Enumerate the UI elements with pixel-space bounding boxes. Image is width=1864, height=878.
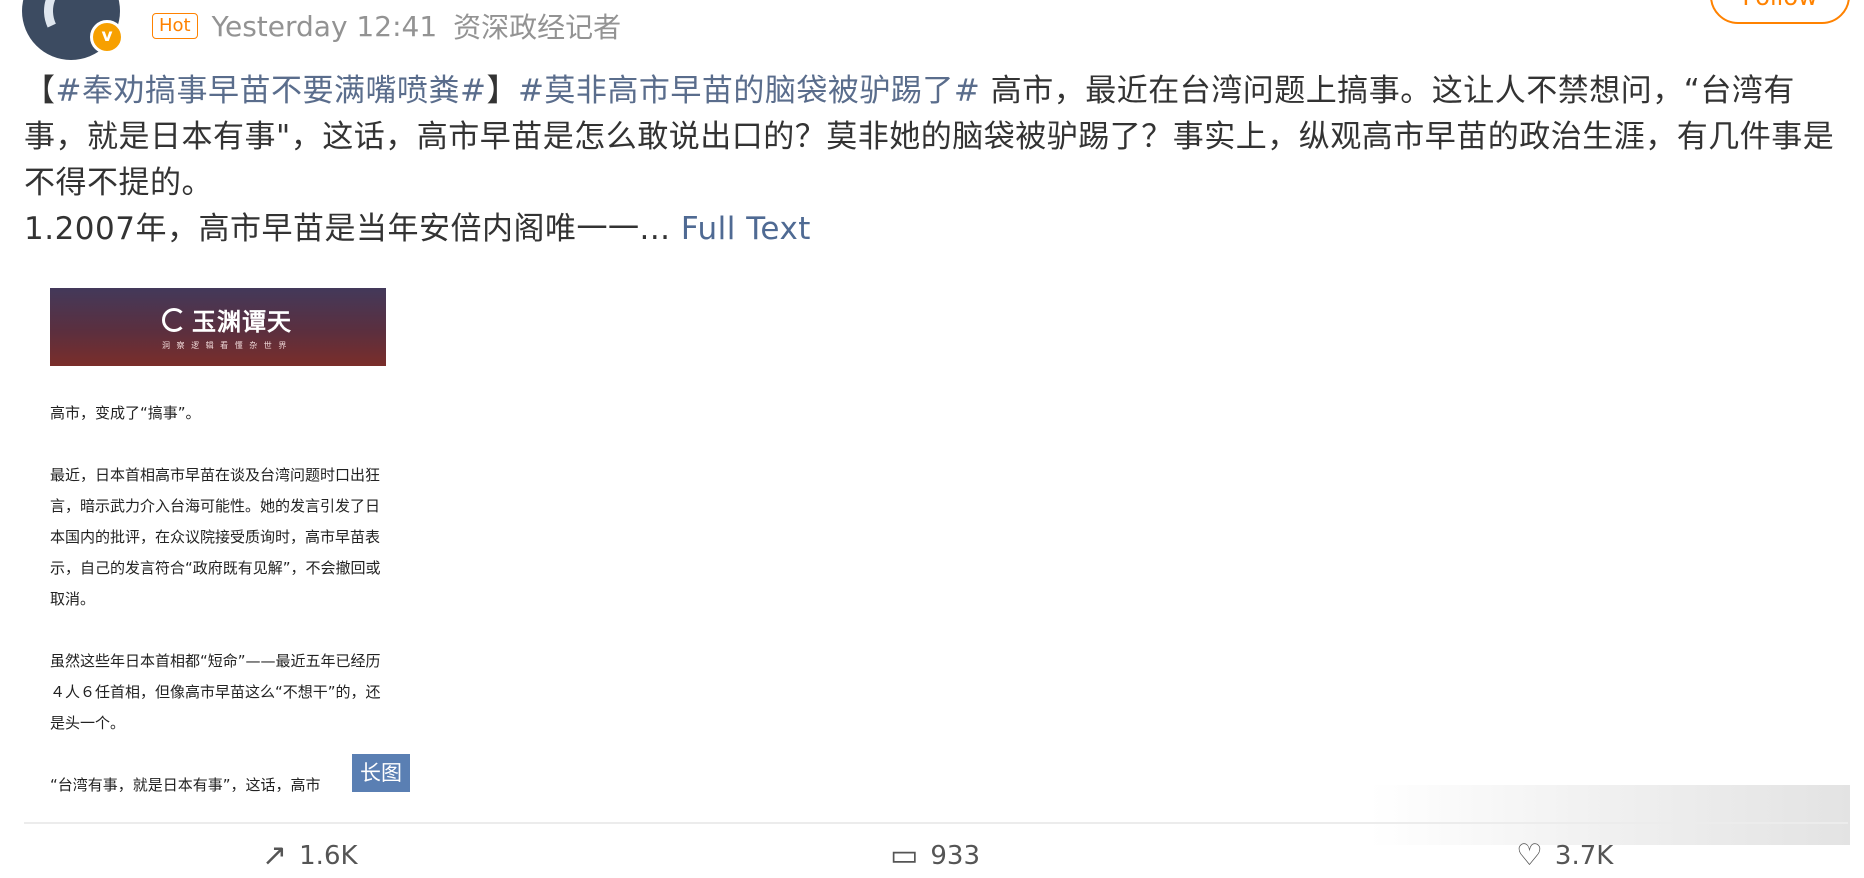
image-banner: 玉渊谭天 洞 察 逻 辑 看 懂 杂 世 界 xyxy=(50,288,386,366)
comment-count: 933 xyxy=(930,840,980,871)
verified-badge-icon: v xyxy=(90,20,124,54)
bracket-close: 】 xyxy=(486,73,518,109)
image-paragraph-4: “台湾有事，就是日本有事”，这话，高市 xyxy=(50,776,321,794)
follow-button[interactable]: Follow xyxy=(1710,0,1850,24)
brand-subtitle: 洞 察 逻 辑 看 懂 杂 世 界 xyxy=(162,341,289,350)
hashtag-1[interactable]: #奉劝搞事早苗不要满嘴喷粪# xyxy=(56,73,487,109)
share-icon: ↗ xyxy=(262,838,288,873)
full-text-link[interactable]: Full Text xyxy=(671,211,811,247)
image-paragraph-1: 高市，变成了“搞事”。 xyxy=(50,404,201,422)
action-bar: ↗ 1.6K ▭ 933 ♡ 3.7K xyxy=(0,838,1864,878)
bracket-open: 【 xyxy=(24,73,56,109)
hot-badge: Hot xyxy=(152,13,198,39)
divider xyxy=(24,822,1848,824)
comment-icon: ▭ xyxy=(890,838,919,873)
post-meta: Hot Yesterday 12:41 资深政经记者 xyxy=(152,8,621,44)
hashtag-2[interactable]: #莫非高市早苗的脑袋被驴踢了# xyxy=(518,73,980,109)
like-count: 3.7K xyxy=(1554,840,1614,871)
comment-button[interactable]: ▭ 933 xyxy=(890,838,980,873)
post-body-line2: 1.2007年，高市早苗是当年安倍内阁唯一一... xyxy=(24,211,671,247)
long-image-badge: 长图 xyxy=(352,754,410,792)
brand-logo-icon xyxy=(162,308,186,332)
share-button[interactable]: ↗ 1.6K xyxy=(262,838,358,873)
post-source[interactable]: 资深政经记者 xyxy=(453,6,621,46)
scroll-shadow xyxy=(1370,785,1850,845)
image-paragraph-3: 虽然这些年日本首相都“短命”——最近五年已经历４人６任首相，但像高市早苗这么“不… xyxy=(50,652,381,732)
post-time: Yesterday 12:41 xyxy=(211,9,438,43)
like-icon: ♡ xyxy=(1516,838,1543,873)
image-article-text: 高市，变成了“搞事”。 最近，日本首相高市早苗在谈及台湾问题时口出狂言，暗示武力… xyxy=(50,398,386,798)
image-paragraph-2: 最近，日本首相高市早苗在谈及台湾问题时口出狂言，暗示武力介入台海可能性。她的发言… xyxy=(50,466,381,608)
brand-name: 玉渊谭天 xyxy=(192,307,292,336)
share-count: 1.6K xyxy=(299,840,358,871)
long-image-preview[interactable]: 玉渊谭天 洞 察 逻 辑 看 懂 杂 世 界 高市，变成了“搞事”。 最近，日本… xyxy=(50,288,386,798)
post-text: 【#奉劝搞事早苗不要满嘴喷粪#】#莫非高市早苗的脑袋被驴踢了# 高市，最近在台湾… xyxy=(24,68,1854,252)
like-button[interactable]: ♡ 3.7K xyxy=(1516,838,1613,873)
